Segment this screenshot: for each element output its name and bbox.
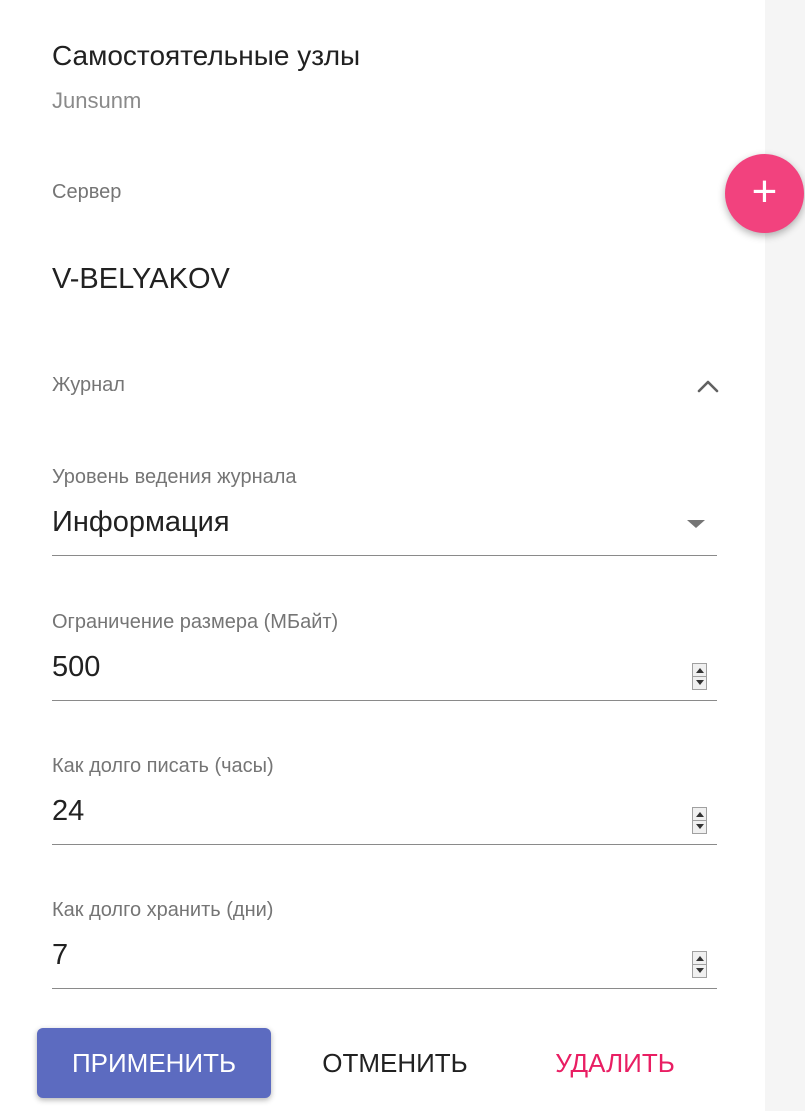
write-hours-stepper[interactable] [692,807,707,834]
keep-days-field[interactable]: Как долго хранить (дни) 7 [52,899,717,995]
size-limit-value[interactable]: 500 [52,651,100,684]
stepper-down-icon[interactable] [696,824,704,829]
stepper-down-icon[interactable] [696,968,704,973]
keep-days-label: Как долго хранить (дни) [52,899,274,921]
page-subtitle: Junsunm [52,88,142,113]
delete-button[interactable]: УДАЛИТЬ [530,1028,700,1098]
plus-icon: + [751,167,778,216]
stepper-up-icon[interactable] [696,668,704,673]
chevron-up-icon[interactable] [693,374,723,398]
log-level-underline [52,555,717,556]
size-limit-label: Ограничение размера (МБайт) [52,611,339,633]
journal-section-header[interactable]: Журнал [0,358,765,414]
keep-days-underline [52,988,717,989]
keep-days-value[interactable]: 7 [52,939,68,972]
journal-section-label: Журнал [52,374,125,396]
page-title: Самостоятельные узлы [52,40,361,71]
size-limit-underline [52,700,717,701]
keep-days-stepper[interactable] [692,951,707,978]
stepper-down-icon[interactable] [696,680,704,685]
size-limit-stepper[interactable] [692,663,707,690]
stepper-up-icon[interactable] [696,812,704,817]
write-hours-underline [52,844,717,845]
log-level-select[interactable]: Уровень ведения журнала Информация [52,466,717,562]
settings-panel: Самостоятельные узлы Junsunm Сервер V-BE… [0,0,765,1111]
add-button[interactable]: + [725,154,804,233]
write-hours-value[interactable]: 24 [52,795,84,828]
log-level-value: Информация [52,506,230,538]
server-label: Сервер [52,181,122,203]
write-hours-label: Как долго писать (часы) [52,755,274,777]
log-level-label: Уровень ведения журнала [52,466,297,488]
dropdown-arrow-icon [687,520,705,528]
server-value: V-BELYAKOV [52,263,230,295]
cancel-button[interactable]: ОТМЕНИТЬ [300,1028,490,1098]
apply-button[interactable]: ПРИМЕНИТЬ [37,1028,271,1098]
stepper-up-icon[interactable] [696,956,704,961]
size-limit-field[interactable]: Ограничение размера (МБайт) 500 [52,611,717,707]
write-hours-field[interactable]: Как долго писать (часы) 24 [52,755,717,851]
